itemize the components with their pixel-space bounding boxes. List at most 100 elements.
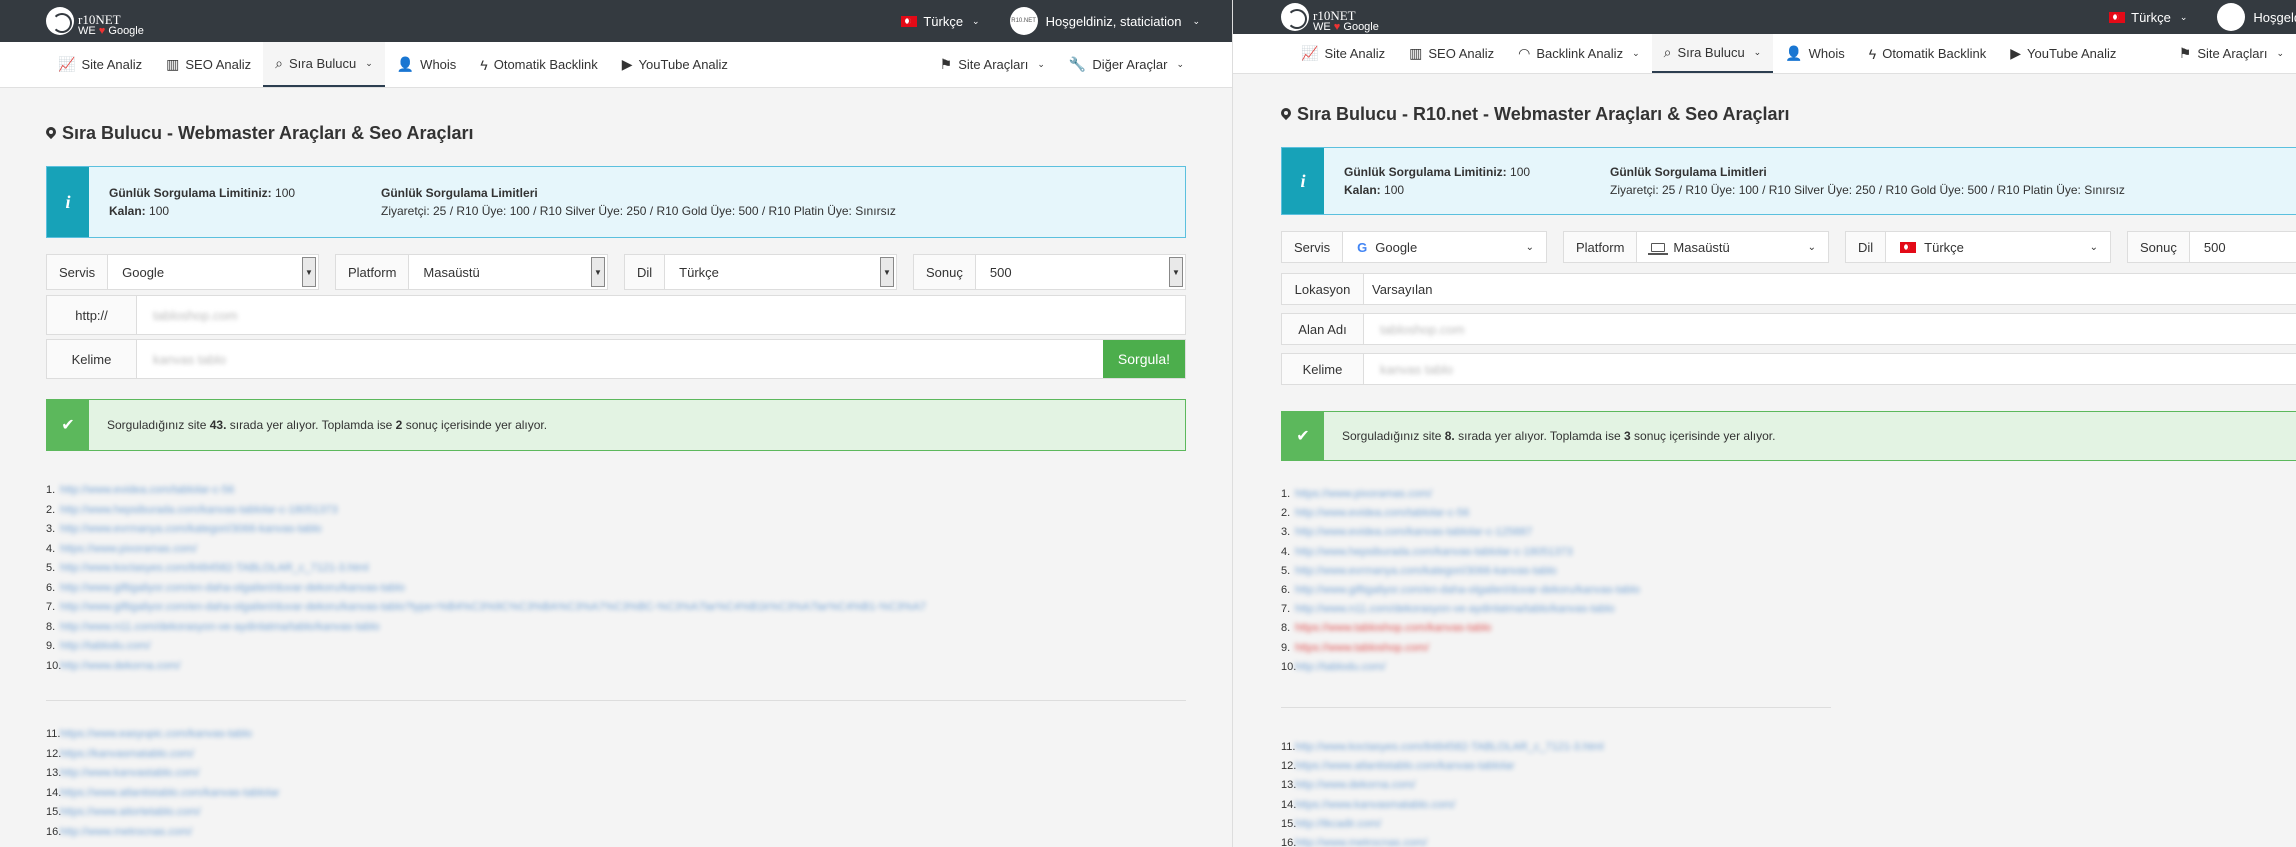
result-rank: 3. xyxy=(1281,526,1291,539)
result-link[interactable]: http://www.hepsiburada.com/kanvas-tablol… xyxy=(60,501,338,521)
result-link[interactable]: https://www.atlantistablo.com/kanvas-tab… xyxy=(60,784,280,804)
service-select[interactable]: Servis G Google ⌄ xyxy=(1281,231,1547,263)
language-select[interactable]: Dil Türkçe ⌄ xyxy=(1845,231,2111,263)
language-selector[interactable]: Türkçe ⌄ xyxy=(901,14,980,29)
platform-select[interactable]: Platform Masaüstü ⌄ xyxy=(1563,231,1829,263)
result-link[interactable]: https://www.atlantistablo.com/kanvas-tab… xyxy=(1295,757,1515,776)
result-rank: 5. xyxy=(46,562,56,574)
domain-input[interactable]: tabloshop.com xyxy=(1364,314,2296,344)
nav-youtube-analiz[interactable]: ▶ YouTube Analiz xyxy=(1998,34,2128,73)
result-count-select[interactable]: Sonuç 500 ▼ xyxy=(913,254,1186,290)
nav-site-araclari[interactable]: ⚑ Site Araçları ⌄ xyxy=(928,42,1057,87)
result-link[interactable]: https://www.pixoramas.com/ xyxy=(60,540,197,560)
nav-otomatik-backlink[interactable]: ϟ Otomatik Backlink xyxy=(1857,34,1998,73)
site-logo[interactable]: r10NET WE ♥ Google xyxy=(46,6,144,37)
result-link[interactable]: http://www.dekorna.com/ xyxy=(60,657,180,677)
nav-whois[interactable]: 👤 Whois xyxy=(385,42,469,87)
result-item: 1. http://www.evidea.com/tablolar-c-56 xyxy=(46,481,1186,501)
chevron-down-icon: ⌄ xyxy=(1753,47,1762,57)
chevron-down-icon: ⌄ xyxy=(2276,48,2284,58)
signpost-icon: ⚑ xyxy=(2178,45,2192,61)
service-select[interactable]: Servis Google ▼ xyxy=(46,254,319,290)
result-rank: 8. xyxy=(46,620,56,633)
nav-site-analiz[interactable]: 📈 Site Analiz xyxy=(1289,34,1397,73)
result-link[interactable]: http://www.hepsiburada.com/kanvas-tablol… xyxy=(1295,543,1573,562)
result-link[interactable]: http://www.giftigaliyor.com/en-daha-olga… xyxy=(60,598,926,618)
chevron-down-icon[interactable]: ⌄ xyxy=(1808,242,1816,253)
result-item: 12. https://www.atlantistablo.com/kanvas-… xyxy=(1281,757,2296,776)
nav-otomatik-backlink[interactable]: ϟ Otomatik Backlink xyxy=(468,42,609,87)
result-link[interactable]: http://www.metrocnas.com/ xyxy=(1295,834,1427,847)
result-link[interactable]: https://www.tabloshop.com/ xyxy=(1295,639,1429,658)
result-link[interactable]: http://www.evidea.com/tablolar-c-56 xyxy=(60,481,234,501)
nav-site-analiz[interactable]: 📈 Site Analiz xyxy=(46,42,154,87)
dropdown-arrow-icon[interactable]: ▼ xyxy=(591,257,605,287)
result-link[interactable]: http://www.n11.com/dekorasyon-ve-aydinla… xyxy=(1295,600,1615,619)
divider xyxy=(1281,707,1831,709)
check-icon: ✔ xyxy=(47,400,89,450)
result-link[interactable]: http://www.koctasyes.com/8484582-TABLOLA… xyxy=(1295,738,1604,757)
signpost-icon: ⚑ xyxy=(939,56,953,72)
result-link[interactable]: http://www.evrmanya.com/kategori/3066-ka… xyxy=(60,520,322,540)
chevron-down-icon[interactable]: ⌄ xyxy=(1526,242,1534,253)
result-link[interactable]: http://www.n11.com/dekorasyon-ve-aydinla… xyxy=(60,618,380,638)
nav-whois[interactable]: 👤 Whois xyxy=(1773,34,1857,73)
result-link[interactable]: https://www.aitortetablo.com/ xyxy=(60,803,201,823)
page-title: Sıra Bulucu - Webmaster Araçları & Seo A… xyxy=(46,123,1186,144)
platform-select[interactable]: Platform Masaüstü ▼ xyxy=(335,254,608,290)
result-item: 15. https://www.aitortetablo.com/ xyxy=(46,803,1186,823)
result-link[interactable]: http://tablodu.com/ xyxy=(1295,658,1386,677)
results-list: 1. https://www.pixoramas.com/2. http://www… xyxy=(1281,485,2296,677)
result-link[interactable]: http://www.koctasyes.com/8484582-TABLOLA… xyxy=(60,559,369,579)
user-menu[interactable]: Hoşgeldi xyxy=(2217,3,2296,31)
domain-input[interactable]: tabloshop.com xyxy=(137,296,1185,334)
result-item: 10. http://www.dekorna.com/ xyxy=(46,657,1186,677)
page-title: Sıra Bulucu - R10.net - Webmaster Araçla… xyxy=(1281,104,2296,125)
language-select[interactable]: Dil Türkçe ▼ xyxy=(624,254,897,290)
divider xyxy=(46,700,1186,701)
nav-seo-analiz[interactable]: ▥ SEO Analiz xyxy=(154,42,263,87)
location-select[interactable]: Varsayılan xyxy=(1364,274,2296,304)
nav-site-araclari[interactable]: ⚑ Site Araçları ⌄ xyxy=(2167,34,2296,73)
result-item: 3. http://www.evrmanya.com/kategori/3066-… xyxy=(46,520,1186,540)
keyword-input[interactable]: kanvas tablo xyxy=(1364,354,2296,384)
language-selector[interactable]: Türkçe ⌄ xyxy=(2109,10,2187,25)
result-link[interactable]: https://www.tabloshop.com/kanvas-tablo xyxy=(1295,619,1491,638)
dropdown-arrow-icon[interactable]: ▼ xyxy=(1169,257,1183,287)
result-link[interactable]: http://tablodu.com/ xyxy=(60,637,151,657)
result-count-select[interactable]: Sonuç 500 xyxy=(2127,231,2296,263)
check-icon: ✔ xyxy=(1282,412,1324,460)
nav-youtube-analiz[interactable]: ▶ YouTube Analiz xyxy=(610,42,740,87)
dropdown-arrow-icon[interactable]: ▼ xyxy=(302,257,316,287)
result-rank: 13. xyxy=(1281,779,1297,792)
site-logo[interactable]: r10NET WE ♥ Google xyxy=(1281,2,1379,33)
result-link[interactable]: https://www.easyupic.com/kanvas-tablo xyxy=(60,725,252,745)
result-link[interactable]: http://www.kanvastablo.com/ xyxy=(60,764,199,784)
result-link[interactable]: http://tkcadir.com/ xyxy=(1295,815,1381,834)
result-link[interactable]: http://www.giftigaliyor.com/en-daha-olga… xyxy=(1295,581,1640,600)
nav-sira-bulucu[interactable]: ⌕ Sıra Bulucu ⌄ xyxy=(263,42,385,87)
nav-sira-bulucu[interactable]: ⌕ Sıra Bulucu ⌄ xyxy=(1651,34,1774,73)
top-bar: r10NET WE ♥ Google Türkçe ⌄ R10.NET Hoşge… xyxy=(0,0,1232,42)
wrench-icon: 🔧 xyxy=(1068,56,1087,72)
result-rank: 16. xyxy=(46,825,62,838)
result-link[interactable]: http://www.dekorna.com/ xyxy=(1295,776,1415,795)
result-link[interactable]: http://www.evrmanya.com/kategori/3066-ka… xyxy=(1295,562,1557,581)
nav-seo-analiz[interactable]: ▥ SEO Analiz xyxy=(1397,34,1506,73)
result-link[interactable]: http://www.evidea.com/tablolar-c-56 xyxy=(1295,504,1469,523)
result-link[interactable]: http://www.evidea.com/kanvas-tablolar-c-… xyxy=(1295,523,1532,542)
query-button[interactable]: Sorgula! xyxy=(1103,340,1185,378)
result-link[interactable]: http://www.giftigaliyor.com/en-daha-olga… xyxy=(60,579,405,599)
result-link[interactable]: https://kanvasmatablo.com/ xyxy=(60,745,194,765)
result-link[interactable]: https://www.kanvasmatablo.com/ xyxy=(1295,796,1455,815)
result-link[interactable]: https://www.pixoramas.com/ xyxy=(1295,485,1432,504)
nav-backlink-analiz[interactable]: ◠ Backlink Analiz ⌄ xyxy=(1506,34,1651,73)
result-item: 6. http://www.giftigaliyor.com/en-daha-ol… xyxy=(46,579,1186,599)
dropdown-arrow-icon[interactable]: ▼ xyxy=(880,257,894,287)
chevron-down-icon[interactable]: ⌄ xyxy=(2090,242,2098,253)
result-link[interactable]: http://www.metrocnas.com/ xyxy=(60,823,192,843)
result-rank: 2. xyxy=(1281,507,1291,520)
nav-diger-araclar[interactable]: 🔧 Diğer Araçlar ⌄ xyxy=(1057,42,1196,87)
user-menu[interactable]: R10.NET Hoşgeldiniz, staticiation ⌄ xyxy=(1009,7,1200,35)
keyword-input[interactable]: kanvas tablo xyxy=(137,340,1103,378)
